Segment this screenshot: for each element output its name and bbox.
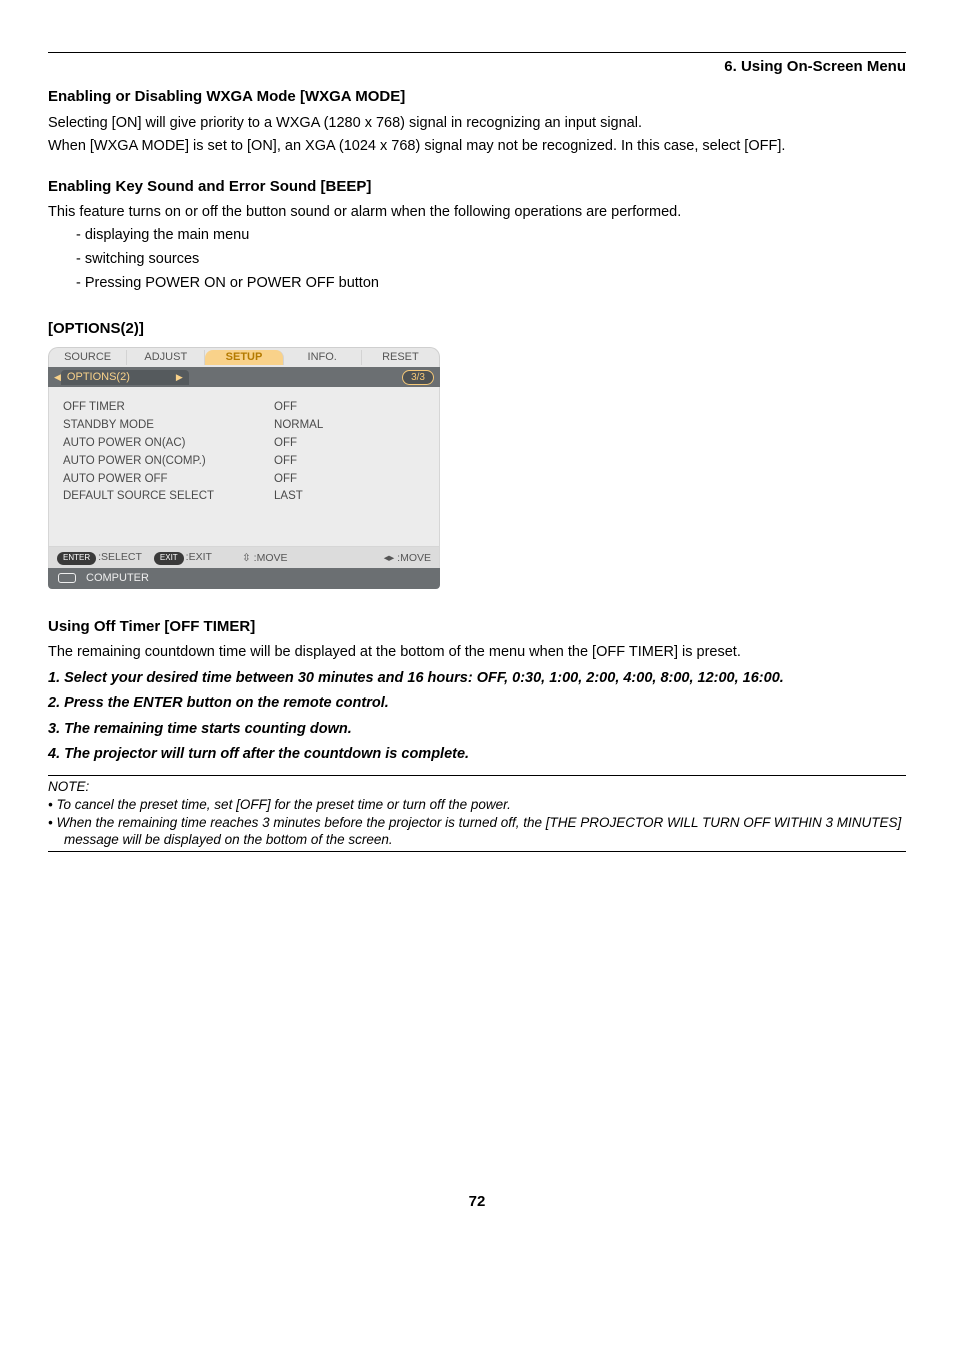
osd-row-value: OFF <box>274 453 323 471</box>
note-block: NOTE: • To cancel the preset time, set [… <box>48 775 906 852</box>
osd-source-label: COMPUTER <box>86 571 149 586</box>
osd-row-label[interactable]: AUTO POWER ON(AC) <box>63 435 214 453</box>
osd-subtab-label: OPTIONS(2) <box>67 370 130 385</box>
osd-values-col: OFF NORMAL OFF OFF OFF LAST <box>274 399 323 506</box>
section-offtimer-title: Using Off Timer [OFF TIMER] <box>48 617 906 637</box>
enter-pill-icon: ENTER <box>57 552 96 565</box>
osd-menu: SOURCE ADJUST SETUP INFO. RESET ◀ OPTION… <box>48 347 440 589</box>
beep-b1: - displaying the main menu <box>76 226 906 246</box>
beep-bullets: - displaying the main menu - switching s… <box>76 226 906 293</box>
osd-navbar: ENTER:SELECT EXIT:EXIT ⇳ :MOVE ◂▸ :MOVE <box>48 547 440 568</box>
nav-exit-label: :EXIT <box>186 551 212 563</box>
nav-move-h: ◂▸ :MOVE <box>384 551 431 565</box>
left-arrow-icon[interactable]: ◀ <box>54 371 61 383</box>
osd-tab-source[interactable]: SOURCE <box>49 350 127 365</box>
osd-source-row: COMPUTER <box>48 568 440 589</box>
osd-subtab-options2[interactable]: OPTIONS(2) ▶ <box>61 370 189 385</box>
right-arrow-icon[interactable]: ▶ <box>176 371 183 383</box>
osd-tabs: SOURCE ADJUST SETUP INFO. RESET <box>48 347 440 367</box>
exit-pill-icon: EXIT <box>154 552 184 565</box>
osd-row-value: LAST <box>274 488 323 506</box>
nav-enter-label: :SELECT <box>98 551 142 563</box>
nav-move-h-label: :MOVE <box>397 552 431 564</box>
offtimer-step4: 4. The projector will turn off after the… <box>48 745 906 765</box>
osd-row-value: NORMAL <box>274 417 323 435</box>
osd-row-value: OFF <box>274 435 323 453</box>
leftright-arrow-icon: ◂▸ <box>384 552 395 564</box>
osd-row-value: OFF <box>274 399 323 417</box>
offtimer-p1: The remaining countdown time will be dis… <box>48 643 906 663</box>
nav-move-v: ⇳ :MOVE <box>242 551 288 565</box>
osd-row-label[interactable]: DEFAULT SOURCE SELECT <box>63 488 214 506</box>
offtimer-step3: 3. The remaining time starts counting do… <box>48 720 906 740</box>
note-list: • To cancel the preset time, set [OFF] f… <box>48 796 906 849</box>
osd-row-value: OFF <box>274 471 323 489</box>
osd-row-label[interactable]: OFF TIMER <box>63 399 214 417</box>
osd-row-label[interactable]: STANDBY MODE <box>63 417 214 435</box>
osd-row-label[interactable]: AUTO POWER OFF <box>63 471 214 489</box>
osd-tab-reset[interactable]: RESET <box>362 350 439 365</box>
osd-page-indicator: 3/3 <box>402 370 434 386</box>
osd-tab-setup[interactable]: SETUP <box>205 350 283 365</box>
section-wxga-p2: When [WXGA MODE] is set to [ON], an XGA … <box>48 137 906 157</box>
osd-subtab-row: ◀ OPTIONS(2) ▶ 3/3 <box>48 367 440 387</box>
osd-row-label[interactable]: AUTO POWER ON(COMP.) <box>63 453 214 471</box>
osd-body: OFF TIMER STANDBY MODE AUTO POWER ON(AC)… <box>48 387 440 547</box>
note-item: • To cancel the preset time, set [OFF] f… <box>48 796 906 814</box>
section-beep-p1: This feature turns on or off the button … <box>48 203 906 223</box>
beep-b3: - Pressing POWER ON or POWER OFF button <box>76 274 906 294</box>
updown-arrow-icon: ⇳ <box>242 552 251 564</box>
computer-source-icon <box>58 573 76 583</box>
note-item: • When the remaining time reaches 3 minu… <box>48 814 906 849</box>
section-wxga-p1: Selecting [ON] will give priority to a W… <box>48 114 906 134</box>
osd-labels-col: OFF TIMER STANDBY MODE AUTO POWER ON(AC)… <box>63 399 214 506</box>
nav-move-v-label: :MOVE <box>254 552 288 564</box>
page-number: 72 <box>48 1192 906 1212</box>
offtimer-step1: 1. Select your desired time between 30 m… <box>48 669 906 689</box>
osd-tab-adjust[interactable]: ADJUST <box>127 350 205 365</box>
section-beep-title: Enabling Key Sound and Error Sound [BEEP… <box>48 177 906 197</box>
note-label: NOTE: <box>48 778 906 796</box>
offtimer-step2: 2. Press the ENTER button on the remote … <box>48 694 906 714</box>
beep-b2: - switching sources <box>76 250 906 270</box>
nav-enter: ENTER:SELECT <box>57 550 142 565</box>
nav-exit: EXIT:EXIT <box>154 550 212 565</box>
chapter-heading: 6. Using On-Screen Menu <box>48 57 906 77</box>
osd-tab-info[interactable]: INFO. <box>284 350 362 365</box>
section-wxga-title: Enabling or Disabling WXGA Mode [WXGA MO… <box>48 87 906 107</box>
section-options2-title: [OPTIONS(2)] <box>48 319 906 339</box>
top-rule <box>48 52 906 53</box>
